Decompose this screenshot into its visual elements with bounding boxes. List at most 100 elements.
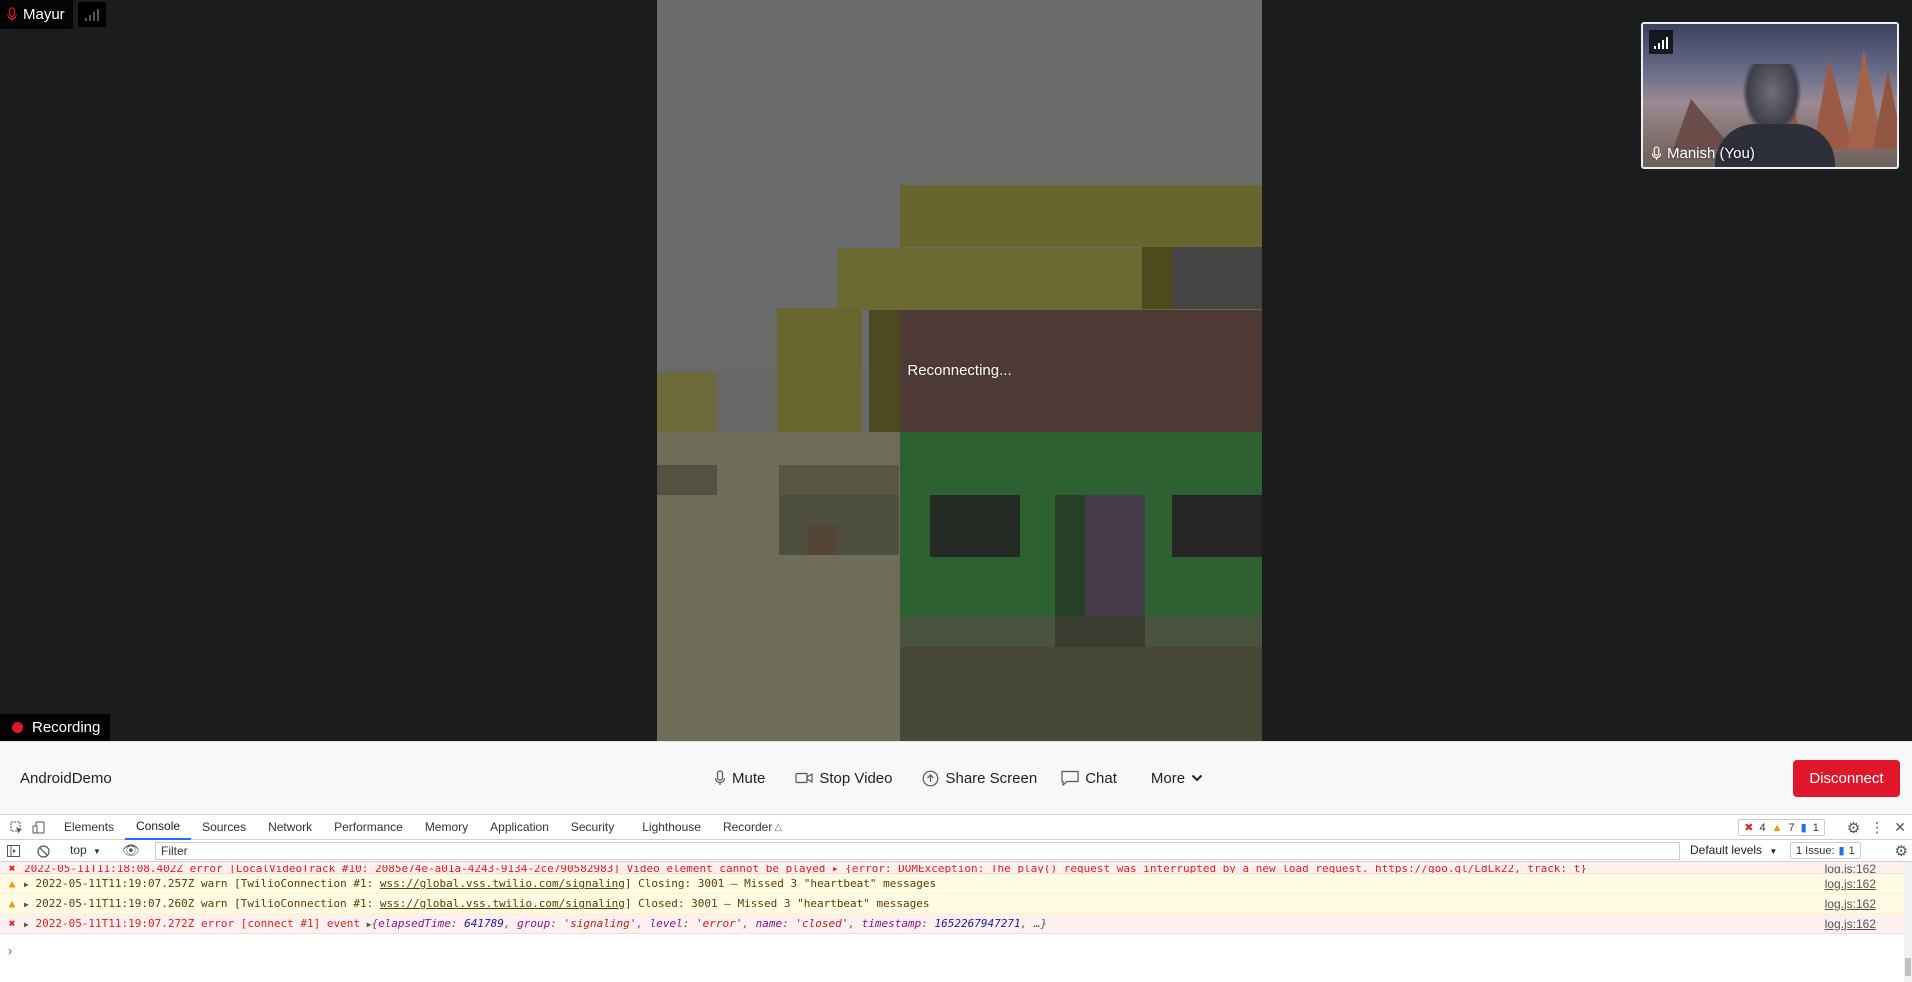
console-log-entry[interactable]: ▲ ▶ 2022-05-11T11:19:07.257Z warn [Twili…: [0, 874, 1904, 894]
settings-gear-icon[interactable]: ⚙: [1847, 819, 1860, 837]
error-icon: ✖: [1744, 822, 1754, 834]
log-text: ▶ 2022-05-11T11:19:07.260Z warn [TwilioC…: [24, 897, 1904, 910]
local-video-preview: Manish (You): [1641, 22, 1899, 169]
mute-button[interactable]: Mute: [706, 762, 773, 794]
console-settings-gear-icon[interactable]: ⚙: [1895, 842, 1908, 860]
console-log-entry[interactable]: ✖ 2022-05-11T11:18:08.402Z error [LocalV…: [0, 862, 1904, 874]
tab-console[interactable]: Console: [125, 815, 192, 840]
log-prefix: warn [TwilioConnection #1:: [201, 877, 374, 890]
warning-icon: ▲: [8, 897, 16, 910]
log-message: ] Closed: 3001 – Missed 3 "heartbeat" me…: [624, 897, 930, 910]
network-quality-icon: [78, 2, 106, 27]
tab-application[interactable]: Application: [479, 815, 560, 840]
participant-name-tag: Mayur: [0, 0, 73, 29]
log-timestamp: 2022-05-11T11:19:07.260Z: [35, 897, 195, 910]
sidebar-toggle-icon[interactable]: [6, 844, 20, 858]
dropdown-arrow-icon: ▼: [1769, 847, 1778, 856]
console-prompt[interactable]: ›: [8, 943, 12, 958]
log-object: {elapsedTime: 641789, group: 'signaling'…: [371, 917, 1048, 930]
inspect-element-icon[interactable]: [9, 820, 23, 834]
local-participant-label: Manish (You): [1651, 145, 1755, 162]
reconnecting-status: Reconnecting...: [907, 362, 1012, 379]
log-source-link[interactable]: log.js:162: [1825, 877, 1876, 891]
more-label: More: [1150, 769, 1186, 787]
log-source-link[interactable]: log.js:162: [1825, 917, 1876, 931]
tab-performance[interactable]: Performance: [323, 815, 414, 840]
message-icon: ▮: [1838, 845, 1845, 857]
message-count: 1: [1812, 821, 1819, 834]
live-expression-eye-icon[interactable]: 👁: [122, 842, 140, 859]
log-levels-dropdown[interactable]: Default levels ▼: [1690, 843, 1777, 857]
tab-memory[interactable]: Memory: [414, 815, 479, 840]
log-prefix: warn [TwilioConnection #1:: [201, 897, 374, 910]
console-log-entry[interactable]: ▲ ▶ 2022-05-11T11:19:07.260Z warn [Twili…: [0, 894, 1904, 914]
network-quality-icon: [1649, 30, 1673, 54]
warning-icon: ▲: [8, 877, 16, 890]
tab-lighthouse[interactable]: Lighthouse: [631, 815, 712, 840]
flask-icon: △: [774, 821, 783, 833]
tab-recorder[interactable]: Recorder: [712, 815, 774, 840]
log-url-link[interactable]: wss://global.vss.twilio.com/signaling: [380, 897, 625, 910]
log-levels-label: Default levels: [1690, 843, 1763, 857]
tab-sources[interactable]: Sources: [191, 815, 257, 840]
warning-icon: ▲: [1771, 821, 1783, 834]
share-screen-icon: [923, 770, 939, 786]
chat-button[interactable]: Chat: [1053, 762, 1125, 794]
chat-label: Chat: [1085, 769, 1117, 787]
issues-button[interactable]: 1 Issue: ▮ 1: [1790, 842, 1861, 859]
console-scrollbar[interactable]: [1904, 862, 1912, 982]
chevron-down-icon: [1191, 774, 1203, 782]
room-name: AndroidDemo: [20, 770, 112, 787]
local-participant-name: Manish (You): [1667, 145, 1755, 162]
error-icon: ✖: [8, 862, 16, 874]
log-text: 2022-05-11T11:18:08.402Z error [LocalVid…: [24, 865, 1587, 873]
share-screen-label: Share Screen: [945, 769, 1038, 787]
video-camera-icon: [795, 772, 813, 784]
close-icon[interactable]: ✕: [1894, 819, 1906, 836]
log-source-link[interactable]: log.js:162: [1825, 897, 1876, 911]
issues-label: 1 Issue:: [1796, 844, 1835, 857]
console-log-entry[interactable]: ✖ ▶ 2022-05-11T11:19:07.272Z error [conn…: [0, 914, 1904, 934]
tab-security[interactable]: Security: [560, 815, 625, 840]
tab-elements[interactable]: Elements: [53, 815, 125, 840]
recording-indicator: Recording: [0, 714, 111, 741]
console-counts-badge[interactable]: ✖ 4 ▲ 7 ▮ 1: [1738, 819, 1825, 836]
log-timestamp: 2022-05-11T11:19:07.257Z: [35, 877, 195, 890]
expand-arrow-icon[interactable]: ▶: [24, 920, 29, 929]
stop-video-button[interactable]: Stop Video: [787, 762, 900, 794]
video-stage: Reconnecting... Mayur Manish (You) Recor…: [0, 0, 1912, 741]
console-filter-input[interactable]: Filter: [155, 842, 1680, 860]
expand-arrow-icon[interactable]: ▶: [24, 900, 29, 909]
warning-count: 7: [1788, 821, 1795, 834]
issues-count: 1: [1848, 844, 1855, 857]
microphone-icon: [7, 7, 17, 22]
mute-label: Mute: [732, 769, 766, 787]
more-options-icon[interactable]: ⋮: [1870, 819, 1884, 836]
error-icon: ✖: [8, 917, 16, 930]
log-timestamp: 2022-05-11T11:19:07.272Z: [35, 917, 195, 930]
devtools-tab-bar: Elements Console Sources Network Perform…: [0, 815, 1912, 840]
share-screen-button[interactable]: Share Screen: [914, 762, 1045, 794]
console-toolbar: top ▼ 👁 Filter Default levels ▼ 1 Issue:…: [0, 840, 1912, 862]
log-source-link[interactable]: log.js:162: [1825, 863, 1876, 873]
expand-arrow-icon[interactable]: ▶: [24, 880, 29, 889]
more-button[interactable]: More: [1143, 762, 1211, 794]
recording-dot-icon: [12, 722, 23, 733]
log-url-link[interactable]: wss://global.vss.twilio.com/signaling: [380, 877, 625, 890]
stop-video-label: Stop Video: [819, 769, 893, 787]
log-text: ▶ 2022-05-11T11:19:07.272Z error [connec…: [24, 917, 1904, 930]
log-prefix: error [connect #1] event: [201, 917, 360, 930]
message-icon: ▮: [1800, 822, 1807, 834]
tab-network[interactable]: Network: [257, 815, 323, 840]
devtools-panel: Elements Console Sources Network Perform…: [0, 814, 1912, 982]
error-count: 4: [1759, 821, 1766, 834]
log-message: ] Closing: 3001 – Missed 3 "heartbeat" m…: [624, 877, 937, 890]
microphone-icon: [714, 770, 726, 785]
control-bar: AndroidDemo Mute Stop Video Share Screen…: [0, 741, 1912, 814]
device-toolbar-icon[interactable]: [31, 820, 45, 834]
chat-icon: [1061, 770, 1079, 786]
disconnect-button[interactable]: Disconnect: [1793, 760, 1900, 797]
context-selector[interactable]: top ▼: [70, 843, 101, 857]
context-value: top: [70, 843, 87, 857]
clear-console-icon[interactable]: [36, 844, 50, 858]
